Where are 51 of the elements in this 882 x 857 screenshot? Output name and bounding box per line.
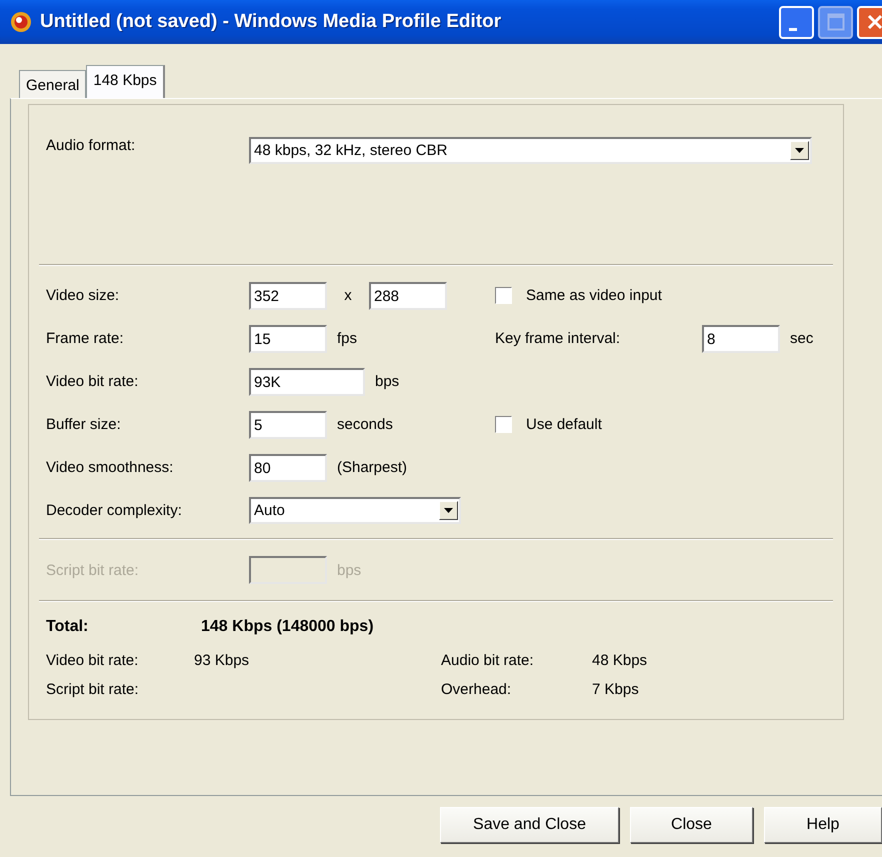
width-field[interactable]: 352 <box>249 282 327 310</box>
checkbox-label: Same as video input <box>526 287 662 304</box>
maximize-button[interactable] <box>818 6 853 38</box>
minimize-icon <box>788 28 796 30</box>
summary-label: Audio bit rate: <box>441 652 535 669</box>
frame-rate-field[interactable]: 15 <box>249 324 327 352</box>
summary-label: Video bit rate: <box>45 652 140 669</box>
dialog-button[interactable]: Help <box>764 807 882 843</box>
close-button[interactable] <box>857 6 882 38</box>
video-bit-rate-field[interactable]: 93K <box>249 368 365 396</box>
unit-label: fps <box>337 330 358 347</box>
field-label: Key frame interval: <box>495 330 622 347</box>
summary-value: 7 Kbps <box>592 681 639 698</box>
field-label: Video bit rate: <box>45 373 140 390</box>
unit-label: bps <box>375 373 400 390</box>
checkbox-label: Use default <box>526 416 602 433</box>
app-icon <box>10 11 32 33</box>
field-label: Decoder complexity: <box>45 502 183 519</box>
tab[interactable]: 148 Kbps <box>86 65 165 98</box>
field-label: Script bit rate: <box>45 562 140 578</box>
height-field[interactable]: 288 <box>369 282 447 310</box>
field-label: Frame rate: <box>45 330 125 347</box>
total-label: Total: <box>45 618 90 636</box>
field-label: Video smoothness: <box>45 459 174 476</box>
audio-format-dropdown[interactable]: 48 kbps, 32 kHz, stereo CBR <box>249 137 812 164</box>
unit-label: seconds <box>337 416 393 433</box>
field-label: Buffer size: <box>45 416 122 433</box>
tab[interactable]: General <box>19 70 86 98</box>
video-smoothness-field[interactable]: 80 <box>249 454 327 482</box>
minimize-button[interactable] <box>779 6 814 38</box>
unit-label: bps <box>337 562 362 578</box>
summary-label: Overhead: <box>441 681 512 698</box>
dialog-button[interactable]: Save and Close <box>440 807 619 843</box>
summary-value: 93 Kbps <box>194 652 250 669</box>
summary-label: Script bit rate: <box>45 681 140 698</box>
times-sign: x <box>343 287 353 304</box>
maximize-icon <box>826 13 844 31</box>
decoder-complexity-dropdown[interactable]: Auto <box>249 497 461 524</box>
checkbox[interactable] <box>495 287 512 304</box>
dialog-button[interactable]: Close <box>630 807 753 843</box>
key-frame-interval-field[interactable]: 8 <box>702 324 780 352</box>
checkbox[interactable] <box>495 416 512 433</box>
total-value: 148 Kbps (148000 bps) <box>201 618 374 636</box>
window-title: Untitled (not saved) - Windows Media Profile Editor <box>40 11 502 33</box>
buffer-size-field[interactable]: 5 <box>249 410 327 438</box>
unit-label: sec <box>790 330 814 347</box>
field-label: Video size: <box>45 287 120 304</box>
unit-label: (Sharpest) <box>337 459 408 476</box>
script-bit-rate-field[interactable] <box>249 556 327 584</box>
summary-value: 48 Kbps <box>592 652 648 669</box>
field-label: Audio format: <box>45 137 136 154</box>
